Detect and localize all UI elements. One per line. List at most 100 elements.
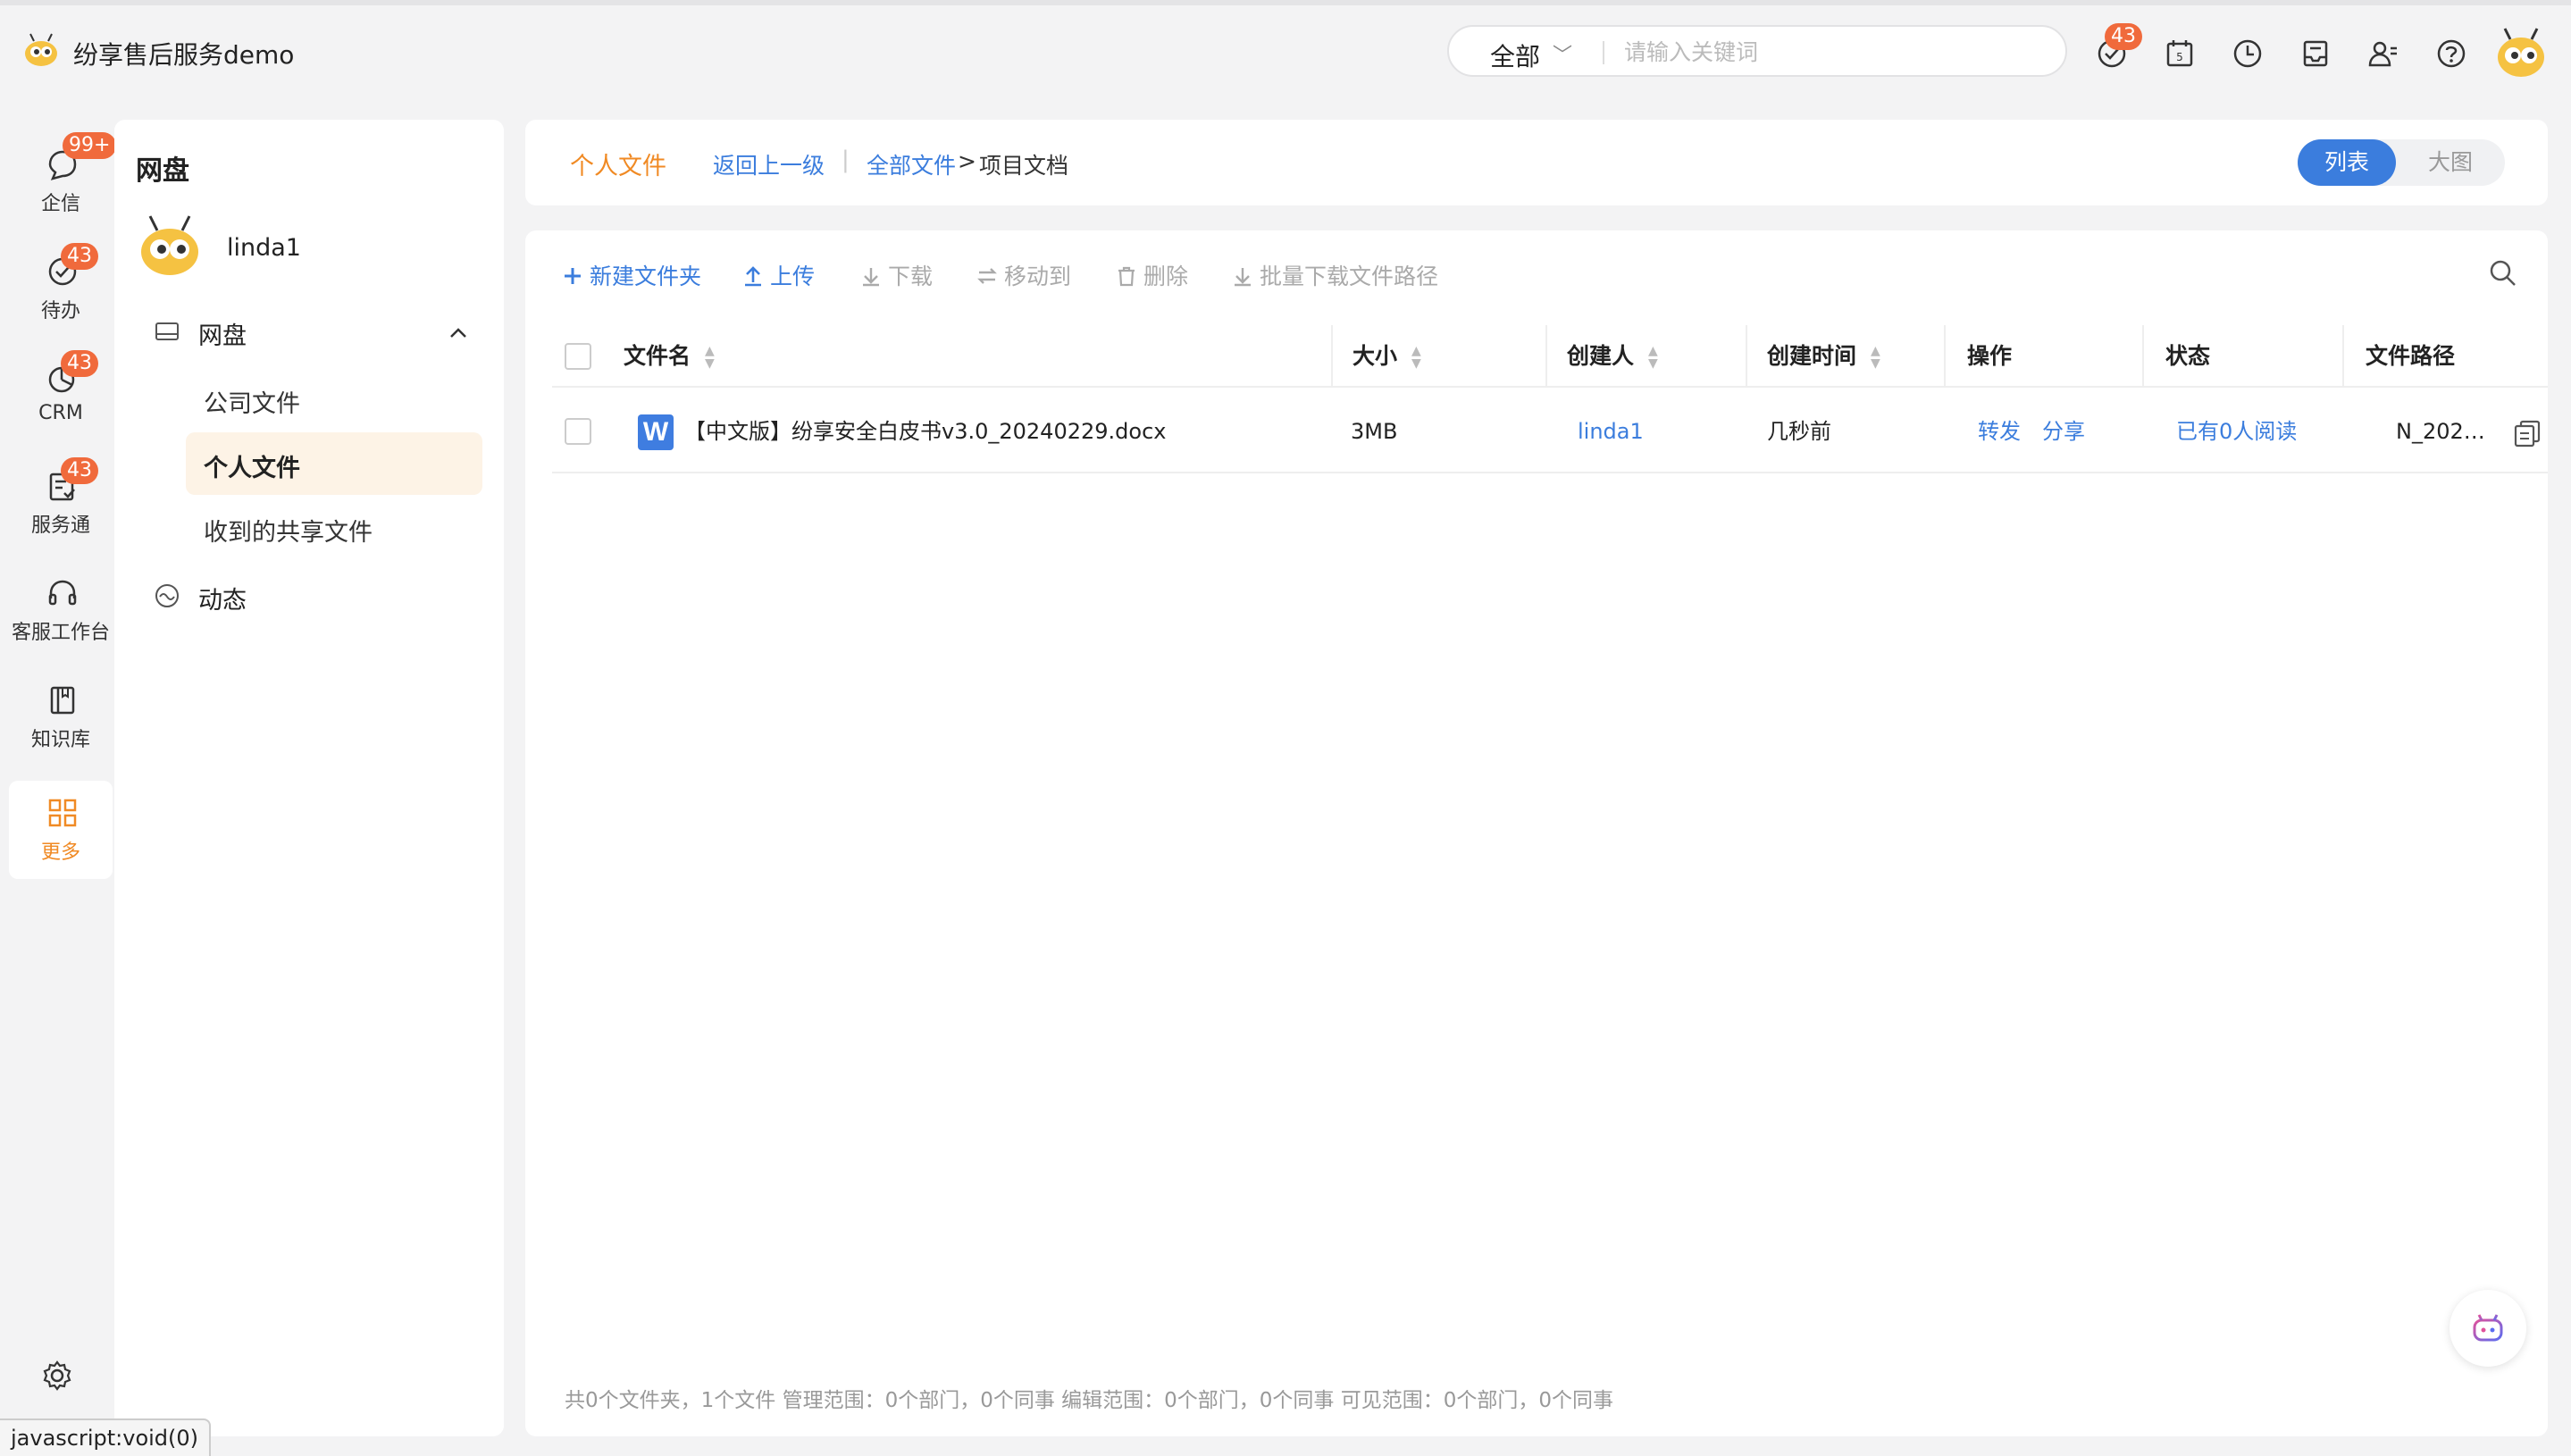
sort-icon[interactable]: ▲ ▼ [1411,345,1421,370]
column-separator [1545,325,1547,388]
panel-title: 网盘 [136,155,189,187]
column-separator [1944,325,1946,388]
search-divider [1603,41,1604,64]
app-rail: 99+ 企信 43 待办 43 CRM 43 服务通 客服工作台 知识库 更多 [9,120,117,879]
help-icon[interactable] [2433,36,2469,71]
gear-icon[interactable] [39,1358,75,1393]
delete-button[interactable]: 删除 [1115,259,1188,295]
upload-button[interactable]: 上传 [741,259,815,295]
copy-icon[interactable] [2512,418,2542,448]
column-header-name[interactable]: 文件名 ▲ ▼ [624,325,715,388]
column-separator [1331,325,1333,388]
upload-icon [745,266,761,287]
section-label: 网盘 [198,322,247,350]
view-toggle: 列表 大图 [2298,139,2505,186]
subitem-shared-files[interactable]: 收到的共享文件 [186,497,482,559]
swap-icon [977,268,997,284]
rail-label: 客服工作台 [11,622,110,644]
breadcrumb-all-files[interactable]: 全部文件 [867,148,956,180]
rail-item-service[interactable]: 43 服务通 [9,454,113,552]
file-size: 3MB [1351,419,1398,444]
view-list-button[interactable]: 列表 [2298,139,2396,186]
breadcrumb-separator: | [842,146,850,173]
app-header: 纷享售后服务demo 全部 ﹀ 43 5 [0,5,2571,98]
search-icon[interactable] [2487,257,2519,289]
column-header-path: 文件路径 [2366,343,2456,369]
column-header-creator[interactable]: 创建人 ▲ ▼ [1567,325,1658,388]
assistant-button[interactable] [2450,1290,2526,1367]
file-name[interactable]: 【中文版】纷享安全白皮书v3.0_20240229.docx [684,389,1166,473]
rail-badge: 43 [61,243,98,270]
creator-link[interactable]: linda1 [1578,389,1644,473]
sort-icon[interactable]: ▲ ▼ [1871,345,1880,370]
breadcrumb-bar: 个人文件 返回上一级 | 全部文件 > 项目文档 列表 大图 [525,120,2548,205]
column-header-actions: 操作 [1967,343,2013,369]
created-time: 几秒前 [1767,419,1831,444]
download-icon [863,268,879,287]
headset-icon [48,580,77,606]
table-row[interactable]: W 【中文版】纷享安全白皮书v3.0_20240229.docx 3MB lin… [552,389,2548,473]
back-link[interactable]: 返回上一级 [713,148,825,180]
clock-icon[interactable] [2230,36,2265,71]
search-input[interactable] [1624,34,2035,70]
global-search: 全部 ﹀ [1447,25,2067,77]
file-path: N_202… [2396,419,2485,444]
new-folder-button[interactable]: 新建文件夹 [561,259,701,295]
svg-text:5: 5 [2176,51,2183,63]
calendar-icon[interactable]: 5 [2162,36,2198,71]
row-checkbox[interactable] [565,418,591,445]
contacts-icon[interactable] [2366,36,2401,71]
rail-item-crm[interactable]: 43 CRM [9,347,113,445]
status-bar-url: javascript:void(0) [0,1418,212,1456]
column-header-created[interactable]: 创建时间 ▲ ▼ [1767,325,1880,388]
read-status-link[interactable]: 已有0人阅读 [2176,389,2297,473]
select-all-checkbox[interactable] [565,343,591,370]
rail-label: 企信 [40,193,80,215]
file-summary: 共0个文件夹，1个文件 管理范围：0个部门，0个同事 编辑范围：0个部门，0个同… [565,1389,1613,1412]
rail-item-knowledge[interactable]: 知识库 [9,668,113,766]
rail-item-cs-desk[interactable]: 客服工作台 [9,561,113,659]
app-title: 纷享售后服务demo [73,40,295,70]
sort-icon[interactable]: ▲ ▼ [705,345,715,370]
plus-icon [565,268,581,284]
file-list-panel: 新建文件夹 上传 下载 移动到 删除 批量下载文件路径 文件名 ▲ ▼ 大小 ▲ ▼ 创… [525,230,2548,1436]
rail-badge: 99+ [63,132,117,159]
drive-icon [155,322,179,340]
rail-badge: 43 [61,457,98,484]
rail-badge: 43 [61,350,98,377]
sort-icon[interactable]: ▲ ▼ [1648,345,1658,370]
rail-label: 待办 [40,300,80,322]
user-avatar [141,215,198,275]
column-separator [2142,325,2144,388]
tab-personal-files[interactable]: 个人文件 [570,146,666,181]
robot-icon [2473,1314,2503,1342]
header-badge: 43 [2105,23,2142,50]
approval-heart-icon[interactable]: 43 [2094,23,2142,71]
chevron-down-icon[interactable]: ﹀ [1553,39,1572,68]
rail-item-chat[interactable]: 99+ 企信 [9,132,117,230]
breadcrumb-current: 项目文档 [979,153,1069,179]
view-grid-button[interactable]: 大图 [2401,139,2500,186]
batch-download-path-button[interactable]: 批量下载文件路径 [1231,259,1438,295]
bee-logo-icon [25,33,57,66]
share-link[interactable]: 分享 [2042,389,2085,473]
table-header: 文件名 ▲ ▼ 大小 ▲ ▼ 创建人 ▲ ▼ 创建时间 ▲ ▼ 操作 状态 文件路径 [552,325,2548,388]
section-label: 动态 [198,587,247,615]
forward-link[interactable]: 转发 [1978,389,2021,473]
move-to-button[interactable]: 移动到 [976,259,1071,295]
chevron-up-icon[interactable] [447,322,470,345]
inbox-icon[interactable] [2298,36,2333,71]
download-icon [1235,268,1251,287]
breadcrumb-arrow: > [958,148,976,174]
column-header-size[interactable]: 大小 ▲ ▼ [1352,325,1421,388]
grid-icon [48,799,77,827]
subitem-personal-files[interactable]: 个人文件 [186,432,482,495]
rail-label: 服务通 [30,515,90,537]
user-avatar[interactable] [2491,23,2551,84]
column-separator [1746,325,1747,388]
search-scope-select[interactable]: 全部 [1490,38,1540,73]
download-button[interactable]: 下载 [859,259,933,295]
subitem-company-files[interactable]: 公司文件 [186,368,482,431]
rail-item-more[interactable]: 更多 [9,781,113,879]
rail-item-todo[interactable]: 43 待办 [9,239,113,338]
